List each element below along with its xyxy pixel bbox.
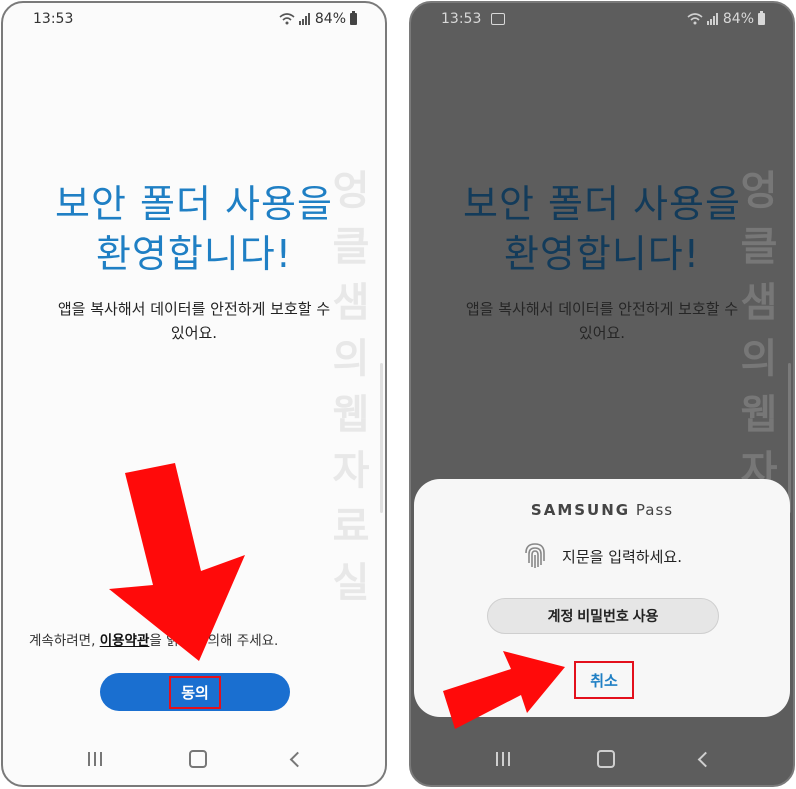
status-bar: 13:53 84%	[3, 3, 385, 35]
battery-icon	[758, 11, 765, 25]
status-icons: 84%	[687, 11, 765, 27]
fingerprint-icon	[525, 543, 545, 568]
agree-button-label: 동의	[169, 675, 221, 709]
edge-panel-handle[interactable]	[788, 363, 791, 513]
terms-prefix: 계속하려면,	[29, 633, 100, 649]
cancel-button[interactable]: 취소	[574, 661, 634, 699]
subtitle-line1: 앱을 복사해서 데이터를 안전하게 보호할 수	[465, 300, 739, 318]
wifi-icon	[279, 13, 295, 25]
agree-button[interactable]: 동의	[100, 673, 290, 711]
signal-icon	[706, 13, 718, 25]
recent-apps-icon[interactable]	[86, 752, 104, 766]
subtitle-line2: 있어요.	[578, 324, 626, 342]
brand-samsung: SAMSUNG	[530, 501, 631, 519]
home-icon[interactable]	[596, 750, 615, 768]
welcome-subtitle: 앱을 복사해서 데이터를 안전하게 보호할 수 있어요.	[23, 297, 365, 345]
signal-icon	[298, 13, 310, 25]
gallery-icon	[491, 13, 505, 25]
home-icon[interactable]	[188, 750, 207, 768]
wifi-icon	[687, 13, 703, 25]
back-icon[interactable]	[289, 751, 305, 767]
watermark-text: 엉클샘의웹자료실	[332, 168, 370, 606]
red-arrow-icon	[443, 651, 565, 729]
phone-screen-left: 13:53 84% 보안 폴더 사용을 환영합니다! 앱을 복사해서 데이터를 …	[1, 1, 387, 787]
subtitle-line1: 앱을 복사해서 데이터를 안전하게 보호할 수	[57, 300, 331, 318]
recent-apps-icon[interactable]	[494, 752, 512, 766]
battery-percent: 84%	[722, 11, 754, 27]
status-time: 13:53	[441, 11, 482, 27]
status-icons: 84%	[279, 11, 357, 27]
red-arrow-icon	[109, 463, 245, 661]
status-time: 13:53	[33, 11, 74, 27]
phone-screen-right: 13:53 84% 보안 폴더 사용을 환영합니다! 앱을 복사해서 데이터를 …	[409, 1, 795, 787]
navigation-bar	[3, 733, 385, 785]
use-account-password-button[interactable]: 계정 비밀번호 사용	[487, 598, 719, 634]
back-icon[interactable]	[697, 751, 713, 767]
fingerprint-row: 지문을 입력하세요.	[414, 541, 790, 571]
welcome-subtitle: 앱을 복사해서 데이터를 안전하게 보호할 수 있어요.	[431, 297, 773, 345]
status-bar: 13:53 84%	[411, 3, 793, 35]
edge-panel-handle[interactable]	[380, 363, 383, 513]
samsung-pass-logo: SAMSUNG Pass	[414, 501, 790, 519]
battery-percent: 84%	[314, 11, 346, 27]
brand-pass: Pass	[630, 501, 674, 519]
battery-icon	[350, 11, 357, 25]
subtitle-line2: 있어요.	[170, 324, 218, 342]
fingerprint-prompt: 지문을 입력하세요.	[562, 547, 682, 566]
